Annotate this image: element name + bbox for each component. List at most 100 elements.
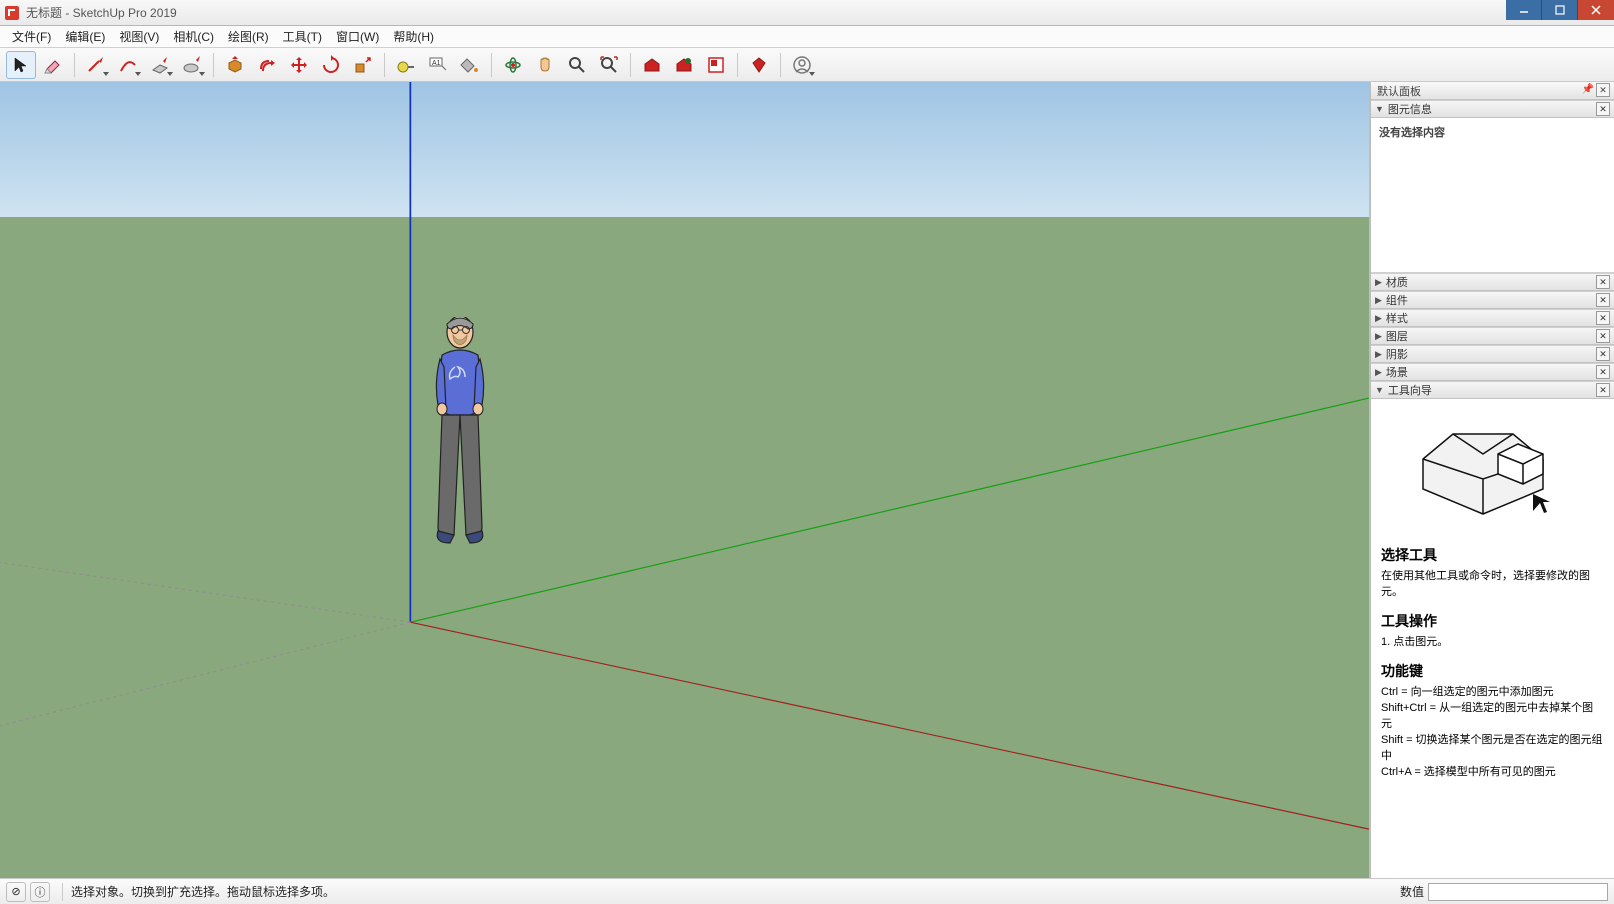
scale-figure[interactable]: [420, 317, 510, 567]
panel-scenes-header[interactable]: ▶ 场景 ✕: [1371, 363, 1614, 381]
panel-close-button[interactable]: ✕: [1596, 102, 1610, 116]
instructor-description: 在使用其他工具或命令时，选择要修改的图元。: [1381, 569, 1604, 601]
panel-close-button[interactable]: ✕: [1596, 383, 1610, 397]
tray-title-label: 默认面板: [1377, 83, 1421, 99]
toolbar-separator: [780, 53, 781, 77]
rotate-tool[interactable]: [316, 51, 346, 79]
layout-tool[interactable]: [701, 51, 731, 79]
toolbar-separator: [384, 53, 385, 77]
zoom-tool[interactable]: [562, 51, 592, 79]
default-tray: 默认面板 📌 ✕ ▼ 图元信息 ✕ 没有选择内容 ▶材质✕ ▶组件✕ ▶样式✕ …: [1370, 82, 1614, 878]
maximize-button[interactable]: [1542, 0, 1578, 20]
zoom-extents-tool[interactable]: [594, 51, 624, 79]
scale-tool[interactable]: [348, 51, 378, 79]
close-button[interactable]: [1578, 0, 1614, 20]
panel-entity-info-label: 图元信息: [1388, 101, 1432, 117]
menu-window[interactable]: 窗口(W): [330, 26, 385, 47]
instructor-fn-heading: 功能键: [1381, 661, 1604, 681]
svg-text:A1: A1: [432, 60, 441, 67]
window-controls: [1506, 0, 1614, 20]
eraser-tool[interactable]: [38, 51, 68, 79]
main-toolbar: A1: [0, 48, 1614, 82]
viewport[interactable]: [0, 82, 1370, 878]
toolbar-separator: [74, 53, 75, 77]
panel-instructor-header[interactable]: ▼工具向导✕: [1371, 381, 1614, 399]
instructor-diagram: [1381, 407, 1604, 545]
expand-arrow-icon: ▶: [1375, 331, 1382, 342]
pin-icon[interactable]: 📌: [1582, 84, 1594, 95]
expand-arrow-icon: ▶: [1375, 367, 1382, 378]
instructor-fn-line: Ctrl+A = 选择模型中所有可见的图元: [1381, 765, 1604, 781]
expand-arrow-icon: ▶: [1375, 295, 1382, 306]
minimize-button[interactable]: [1506, 0, 1542, 20]
neg-red-axis: [0, 622, 410, 725]
toolbar-separator: [630, 53, 631, 77]
toolbar-separator: [213, 53, 214, 77]
move-tool[interactable]: [284, 51, 314, 79]
pan-tool[interactable]: [530, 51, 560, 79]
expand-arrow-icon: ▶: [1375, 349, 1382, 360]
panel-scenes-label: 场景: [1386, 364, 1408, 380]
user-tool[interactable]: [787, 51, 817, 79]
select-tool[interactable]: [6, 51, 36, 79]
instructor-op-heading: 工具操作: [1381, 611, 1604, 631]
ext-warehouse-tool[interactable]: [669, 51, 699, 79]
arc-tool[interactable]: [113, 51, 143, 79]
instructor-fn-line: Shift+Ctrl = 从一组选定的图元中去掉某个图元: [1381, 701, 1604, 733]
credits-icon[interactable]: ⓘ: [30, 882, 50, 902]
expand-arrow-icon: ▶: [1375, 277, 1382, 288]
panel-shadows-label: 阴影: [1386, 346, 1408, 362]
instructor-heading: 选择工具: [1381, 545, 1604, 565]
menu-edit[interactable]: 编辑(E): [59, 26, 111, 47]
panel-close-button[interactable]: ✕: [1596, 311, 1610, 325]
collapse-arrow-icon: ▼: [1375, 104, 1384, 114]
panel-close-button[interactable]: ✕: [1596, 275, 1610, 289]
instructor-fn-line: Shift = 切换选择某个图元是否在选定的图元组中: [1381, 733, 1604, 765]
orbit-tool[interactable]: [498, 51, 528, 79]
warehouse-tool[interactable]: [637, 51, 667, 79]
menu-file[interactable]: 文件(F): [6, 26, 57, 47]
panel-styles-header[interactable]: ▶ 样式 ✕: [1371, 309, 1614, 327]
circle-tool[interactable]: [177, 51, 207, 79]
panel-instructor-label: 工具向导: [1388, 382, 1432, 398]
status-hint: 选择对象。切换到扩充选择。拖动鼠标选择多项。: [71, 883, 335, 900]
instructor-op-line: 1. 点击图元。: [1381, 635, 1604, 651]
menu-tools[interactable]: 工具(T): [277, 26, 328, 47]
menu-view[interactable]: 视图(V): [113, 26, 165, 47]
panel-close-button[interactable]: ✕: [1596, 329, 1610, 343]
line-tool[interactable]: [81, 51, 111, 79]
tape-measure-tool[interactable]: [391, 51, 421, 79]
menu-camera[interactable]: 相机(C): [167, 26, 220, 47]
panel-materials-label: 材质: [1386, 274, 1408, 290]
window-title: 无标题 - SketchUp Pro 2019: [26, 4, 177, 21]
app-icon: [4, 5, 20, 21]
panel-materials-header[interactable]: ▶ 材质 ✕: [1371, 273, 1614, 291]
panel-entity-info-header[interactable]: ▼ 图元信息 ✕: [1371, 100, 1614, 118]
menu-help[interactable]: 帮助(H): [387, 26, 440, 47]
panel-layers-header[interactable]: ▶图层✕: [1371, 327, 1614, 345]
panel-close-button[interactable]: ✕: [1596, 347, 1610, 361]
panel-close-button[interactable]: ✕: [1596, 293, 1610, 307]
panel-instructor-body: 选择工具 在使用其他工具或命令时，选择要修改的图元。 工具操作 1. 点击图元。…: [1371, 399, 1614, 878]
text-tool[interactable]: A1: [423, 51, 453, 79]
offset-tool[interactable]: [252, 51, 282, 79]
pushpull-tool[interactable]: [220, 51, 250, 79]
paint-bucket-tool[interactable]: [455, 51, 485, 79]
panel-styles-label: 样式: [1386, 310, 1408, 326]
menu-draw[interactable]: 绘图(R): [222, 26, 275, 47]
status-separator: [62, 883, 63, 901]
vcb-label: 数值: [1400, 883, 1424, 900]
geolocation-icon[interactable]: ⊘: [6, 882, 26, 902]
expand-arrow-icon: ▶: [1375, 313, 1382, 324]
toolbar-separator: [737, 53, 738, 77]
rectangle-tool[interactable]: [145, 51, 175, 79]
panel-components-header[interactable]: ▶组件✕: [1371, 291, 1614, 309]
tray-close-button[interactable]: ✕: [1596, 83, 1610, 97]
menu-bar: 文件(F) 编辑(E) 视图(V) 相机(C) 绘图(R) 工具(T) 窗口(W…: [0, 26, 1614, 48]
measurements-input[interactable]: [1428, 883, 1608, 901]
panel-shadows-header[interactable]: ▶ 阴影 ✕: [1371, 345, 1614, 363]
tray-title-bar[interactable]: 默认面板 📌 ✕: [1371, 82, 1614, 100]
panel-close-button[interactable]: ✕: [1596, 365, 1610, 379]
toolbar-separator: [491, 53, 492, 77]
ruby-tool[interactable]: [744, 51, 774, 79]
